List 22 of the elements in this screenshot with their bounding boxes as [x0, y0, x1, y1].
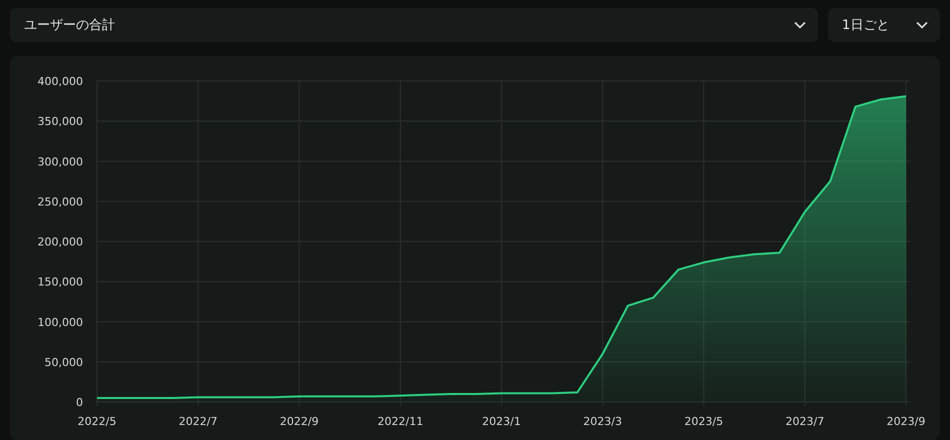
x-axis-label: 2022/7: [178, 415, 218, 428]
x-axis-label: 2023/5: [684, 415, 724, 428]
y-axis-label: 400,000: [38, 75, 83, 88]
x-axis-label: 2023/9: [886, 415, 926, 428]
x-axis-label: 2022/5: [78, 415, 116, 428]
x-axis-label: 2023/1: [482, 415, 521, 428]
y-axis-label: 200,000: [38, 236, 83, 248]
interval-dropdown[interactable]: 1日ごと: [828, 8, 940, 42]
metric-dropdown[interactable]: ユーザーの合計: [10, 8, 818, 42]
x-axis-label: 2023/7: [786, 415, 824, 428]
y-axis-label: 350,000: [38, 115, 83, 128]
y-axis-label: 0: [76, 396, 83, 409]
y-axis-label: 100,000: [38, 316, 83, 329]
chevron-down-icon: [916, 21, 928, 29]
x-axis-label: 2022/11: [378, 415, 424, 428]
x-axis-label: 2023/3: [583, 415, 622, 428]
y-axis-label: 150,000: [38, 276, 83, 289]
chevron-down-icon: [794, 21, 806, 29]
y-axis-label: 300,000: [38, 155, 83, 168]
y-axis-label: 250,000: [38, 195, 83, 208]
y-axis-label: 50,000: [44, 356, 83, 369]
x-axis-label: 2022/9: [280, 415, 319, 428]
